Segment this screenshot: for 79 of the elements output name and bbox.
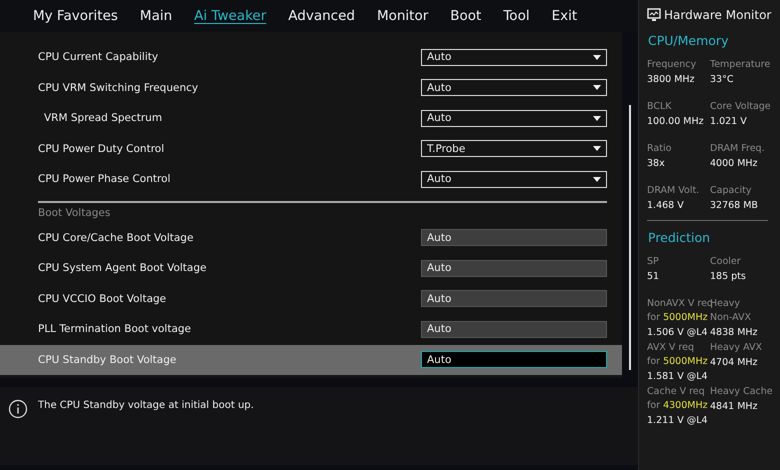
stat-label: Non-AVX bbox=[710, 311, 752, 325]
stat-label: Heavy AVX bbox=[710, 341, 763, 355]
caret-icon bbox=[593, 176, 601, 182]
info-icon bbox=[8, 399, 28, 419]
stat-label: Frequency bbox=[647, 58, 698, 72]
stat-label: Ratio bbox=[647, 142, 672, 156]
setting-label: CPU VCCIO Boot Voltage bbox=[38, 292, 168, 305]
menu-tab[interactable]: Advanced bbox=[277, 8, 366, 24]
setting-label: CPU VRM Switching Frequency bbox=[38, 82, 200, 94]
frequency-target: 5000MHz bbox=[663, 312, 708, 323]
setting-label: CPU Standby Boot Voltage bbox=[38, 354, 178, 366]
dropdown-field[interactable]: Auto bbox=[421, 110, 607, 127]
menu-tab[interactable]: Monitor bbox=[366, 8, 440, 24]
stat-value: 1.021 V bbox=[710, 115, 748, 129]
dropdown-field[interactable]: Auto bbox=[421, 170, 607, 188]
input-field[interactable]: Auto bbox=[421, 290, 607, 308]
stat-value: 33°C bbox=[710, 73, 734, 87]
panel-title: Hardware Monitor bbox=[664, 8, 772, 22]
stat-value: 100.00 MHz bbox=[647, 115, 705, 129]
stat-label: Capacity bbox=[710, 184, 753, 198]
stat-value: 1.506 V @L4 bbox=[647, 326, 709, 340]
setting-label: CPU Current Capability bbox=[38, 51, 160, 64]
stat-label: Cache V req bbox=[647, 385, 706, 399]
stat-label: BCLK bbox=[647, 100, 673, 114]
stat-label: Heavy Cache bbox=[710, 385, 774, 399]
section-header: Boot Voltages bbox=[38, 206, 110, 218]
section-title: Prediction bbox=[648, 230, 712, 245]
stat-value: 4704 MHz bbox=[710, 356, 759, 370]
setting-label: CPU Core/Cache Boot Voltage bbox=[38, 232, 194, 244]
help-text: The CPU Standby voltage at initial boot up. bbox=[38, 400, 254, 411]
menu-tab[interactable]: Tool bbox=[492, 8, 541, 24]
input-field[interactable]: Auto bbox=[421, 229, 607, 246]
stat-label: Core Voltage bbox=[710, 100, 772, 114]
stat-value: 1.211 V @L4 bbox=[647, 414, 709, 428]
caret-icon bbox=[593, 116, 601, 121]
section-title: CPU/Memory bbox=[648, 33, 730, 48]
caret-icon bbox=[593, 85, 601, 90]
monitor-icon bbox=[647, 8, 661, 22]
stat-value: 3800 MHz bbox=[647, 73, 696, 87]
stat-label: SP bbox=[647, 255, 660, 269]
stat-label: DRAM Freq. bbox=[710, 142, 766, 156]
dropdown-field[interactable]: Auto bbox=[421, 48, 607, 66]
input-field[interactable]: Auto bbox=[421, 351, 607, 368]
setting-label: PLL Termination Boot voltage bbox=[38, 323, 192, 336]
stat-value: 4841 MHz bbox=[710, 400, 759, 414]
frequency-target: 4300MHz bbox=[663, 400, 708, 411]
stat-label: for bbox=[647, 356, 660, 367]
scrollbar[interactable] bbox=[629, 105, 631, 370]
menu-tab[interactable]: Boot bbox=[439, 8, 492, 24]
selected-row-highlight[interactable]: CPU Standby Boot Voltage Auto bbox=[0, 344, 622, 375]
caret-icon bbox=[593, 54, 601, 60]
stat-value: 185 pts bbox=[710, 270, 747, 284]
stat-value: 51 bbox=[647, 270, 660, 284]
stat-value: 4838 MHz bbox=[710, 326, 759, 340]
menu-tab[interactable]: Exit bbox=[540, 8, 588, 24]
stat-label: Temperature bbox=[710, 58, 772, 72]
input-field[interactable]: Auto bbox=[421, 260, 607, 277]
stat-label: for bbox=[647, 400, 660, 411]
stat-label: DRAM Volt. bbox=[647, 184, 700, 198]
stat-value: 1.581 V @L4 bbox=[647, 370, 709, 384]
stat-value: 38x bbox=[647, 157, 666, 171]
frequency-target: 5000MHz bbox=[663, 356, 708, 367]
dropdown-field[interactable]: T.Probe bbox=[421, 140, 607, 158]
stat-value: 1.468 V bbox=[647, 199, 685, 213]
menu-tab[interactable]: Main bbox=[128, 8, 184, 24]
setting-label: CPU Power Duty Control bbox=[38, 142, 166, 155]
caret-icon bbox=[593, 146, 601, 152]
menu-tab[interactable]: Ai Tweaker bbox=[183, 8, 278, 24]
setting-label: VRM Spread Spectrum bbox=[43, 112, 164, 124]
stat-label: AVX V req bbox=[647, 341, 696, 355]
stat-value: 4000 MHz bbox=[710, 157, 759, 171]
dropdown-field[interactable]: Auto bbox=[421, 79, 607, 96]
menu-tab[interactable]: My Favorites bbox=[22, 8, 129, 24]
setting-label: CPU Power Phase Control bbox=[38, 173, 172, 186]
setting-label: CPU System Agent Boot Voltage bbox=[38, 262, 208, 274]
stat-label: Cooler bbox=[710, 255, 742, 269]
input-field[interactable]: Auto bbox=[421, 320, 607, 338]
stat-label: for bbox=[647, 312, 660, 323]
stat-value: 32768 MB bbox=[710, 199, 759, 213]
